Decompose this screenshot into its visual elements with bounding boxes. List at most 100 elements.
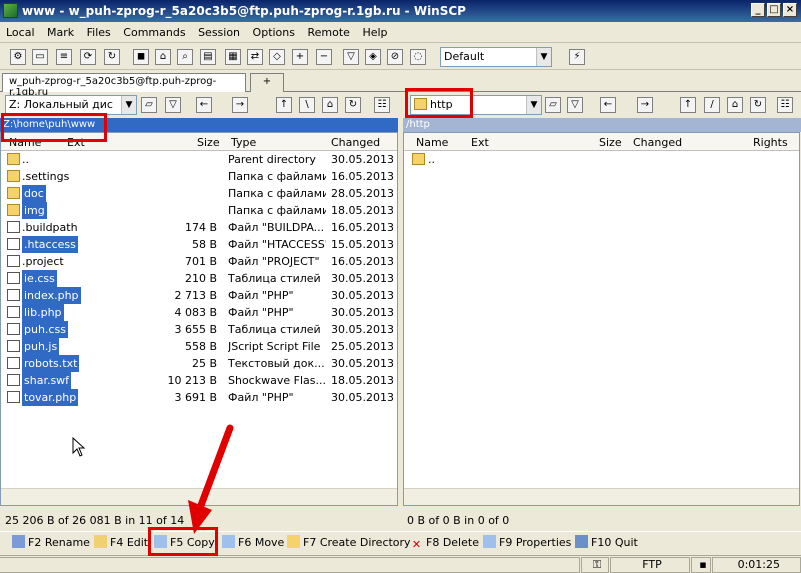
refresh-icon[interactable]: ↻ — [345, 97, 361, 113]
local-drive-select[interactable]: Z: Локальный дис ▼ — [5, 95, 137, 115]
list-item[interactable]: .htaccess 58 B Файл "HTACCESS" 15.05.2013 — [1, 236, 397, 253]
annotation-arrow — [188, 424, 234, 534]
tree-icon[interactable]: ☷ — [777, 97, 793, 113]
transfer-icon[interactable]: ▦ — [225, 49, 241, 65]
list-item[interactable]: puh.css 3 655 B Таблица стилей 30.05.2013 — [1, 321, 397, 338]
properties-button[interactable]: F9 Properties — [483, 532, 571, 554]
menu-files[interactable]: Files — [87, 26, 111, 39]
forward-icon[interactable]: → — [637, 97, 653, 113]
list-item[interactable]: .settings Папка с файлами 16.05.2013 — [1, 168, 397, 185]
refresh-icon[interactable]: ≡ — [56, 49, 72, 65]
filter-icon[interactable]: ▽ — [165, 97, 181, 113]
parent-directory-icon[interactable]: ↑ — [276, 97, 292, 113]
rename-label: F2 Rename — [28, 536, 90, 549]
unselect-icon[interactable]: − — [316, 49, 332, 65]
col-changed[interactable]: Changed — [633, 136, 682, 149]
quit-button[interactable]: F10 Quit — [575, 532, 638, 554]
file-name: .project — [22, 255, 64, 268]
list-item[interactable]: .. — [404, 151, 799, 168]
open-folder-icon[interactable]: ▱ — [141, 97, 157, 113]
folder-icon — [7, 204, 20, 216]
compare-icon[interactable]: ⇄ — [247, 49, 263, 65]
col-rights[interactable]: Rights — [753, 136, 788, 149]
window-title: www - w_puh-zprog-r_5a20c3b5@ftp.puh-zpr… — [22, 4, 466, 18]
preferences-icon[interactable]: ⚙ — [10, 49, 26, 65]
col-ext[interactable]: Ext — [471, 136, 489, 149]
col-size[interactable]: Size — [599, 136, 622, 149]
list-item[interactable]: index.php 2 713 B Файл "PHP" 30.05.2013 — [1, 287, 397, 304]
col-type[interactable]: Type — [231, 136, 256, 149]
list-item[interactable]: tovar.php 3 691 B Файл "PHP" 30.05.2013 — [1, 389, 397, 406]
forward-icon[interactable]: → — [232, 97, 248, 113]
open-tunnel-icon[interactable]: ⌂ — [155, 49, 171, 65]
new-tab-button[interactable]: + — [250, 73, 284, 92]
select-icon[interactable]: ◇ — [269, 49, 285, 65]
file-name: robots.txt — [22, 355, 80, 372]
col-size[interactable]: Size — [197, 136, 220, 149]
file-name: puh.css — [22, 321, 68, 338]
file-type: Файл "PHP" — [228, 391, 294, 404]
minimize-button[interactable]: _ — [751, 3, 765, 17]
col-name[interactable]: Name — [416, 136, 448, 149]
menu-remote[interactable]: Remote — [308, 26, 350, 39]
list-item[interactable]: img Папка с файлами 18.05.2013 — [1, 202, 397, 219]
list-item[interactable]: shar.swf 10 213 B Shockwave Flas... 18.05.2… — [1, 372, 397, 389]
tree-icon[interactable]: ☷ — [374, 97, 390, 113]
menu-session[interactable]: Session — [198, 26, 240, 39]
disconnect-icon[interactable]: ◌ — [410, 49, 426, 65]
queue-icon[interactable]: ▤ — [200, 49, 216, 65]
root-directory-icon[interactable]: \ — [299, 97, 315, 113]
transfer-settings-select[interactable]: Default ▼ — [440, 47, 552, 67]
refresh-icon[interactable]: ↻ — [750, 97, 766, 113]
file-changed: 16.05.2013 — [331, 221, 394, 234]
parent-directory-icon[interactable]: ↑ — [680, 97, 696, 113]
remote-column-header: Name Ext Size Changed Rights — [404, 133, 799, 151]
close-button[interactable]: × — [783, 3, 797, 17]
list-item[interactable]: robots.txt 25 B Текстовый док... 30.05.2013 — [1, 355, 397, 372]
list-item[interactable]: lib.php 4 083 B Файл "PHP" 30.05.2013 — [1, 304, 397, 321]
status-bar: ⚿ FTP ▪ 0:01:25 — [0, 555, 801, 573]
lightning-icon[interactable]: ⚡ — [569, 49, 585, 65]
file-type: Parent directory — [228, 153, 316, 166]
unmark-icon[interactable]: ⊘ — [387, 49, 403, 65]
delete-button[interactable]: ✕ F8 Delete — [410, 532, 479, 554]
list-item[interactable]: doc Папка с файлами 28.05.2013 — [1, 185, 397, 202]
list-item[interactable]: .project 701 B Файл "PROJECT" 16.05.2013 — [1, 253, 397, 270]
keep-up-to-date-icon[interactable]: ↻ — [104, 49, 120, 65]
home-directory-icon[interactable]: ⌂ — [727, 97, 743, 113]
menu-commands[interactable]: Commands — [123, 26, 185, 39]
file-type: Текстовый док... — [228, 357, 325, 370]
find-icon[interactable]: ⌕ — [177, 49, 193, 65]
mark-icon[interactable]: ◈ — [365, 49, 381, 65]
rename-button[interactable]: F2 Rename — [12, 532, 90, 554]
command-line-icon[interactable]: ▭ — [32, 49, 48, 65]
clear-cache-icon[interactable]: ◼ — [133, 49, 149, 65]
home-directory-icon[interactable]: ⌂ — [322, 97, 338, 113]
file-name: .settings — [22, 170, 70, 183]
tab-session[interactable]: w_puh-zprog-r_5a20c3b5@ftp.puh-zprog-r.1… — [2, 73, 246, 98]
edit-button[interactable]: F4 Edit — [94, 532, 148, 554]
menu-options[interactable]: Options — [253, 26, 295, 39]
horizontal-scrollbar[interactable] — [404, 488, 799, 505]
filter-icon[interactable]: ▽ — [343, 49, 359, 65]
synchronize-icon[interactable]: ⟳ — [80, 49, 96, 65]
delete-label: F8 Delete — [426, 536, 479, 549]
list-item[interactable]: .. Parent directory 30.05.2013 — [1, 151, 397, 168]
root-directory-icon[interactable]: / — [704, 97, 720, 113]
list-item[interactable]: ie.css 210 B Таблица стилей 30.05.2013 — [1, 270, 397, 287]
edit-label: F4 Edit — [110, 536, 149, 549]
back-icon[interactable]: ← — [600, 97, 616, 113]
back-icon[interactable]: ← — [196, 97, 212, 113]
maximize-button[interactable]: □ — [767, 3, 781, 17]
filter-icon[interactable]: ▽ — [567, 97, 583, 113]
menu-help[interactable]: Help — [362, 26, 387, 39]
menu-mark[interactable]: Mark — [47, 26, 74, 39]
list-item[interactable]: puh.js 558 B JScript Script File 25.05.2013 — [1, 338, 397, 355]
create-directory-button[interactable]: F7 Create Directory — [287, 532, 411, 554]
col-changed[interactable]: Changed — [331, 136, 380, 149]
status-bar-main — [0, 557, 580, 573]
select-all-icon[interactable]: + — [292, 49, 308, 65]
open-folder-icon[interactable]: ▱ — [545, 97, 561, 113]
list-item[interactable]: .buildpath 174 B Файл "BUILDPA... 16.05.201… — [1, 219, 397, 236]
menu-local[interactable]: Local — [6, 26, 35, 39]
